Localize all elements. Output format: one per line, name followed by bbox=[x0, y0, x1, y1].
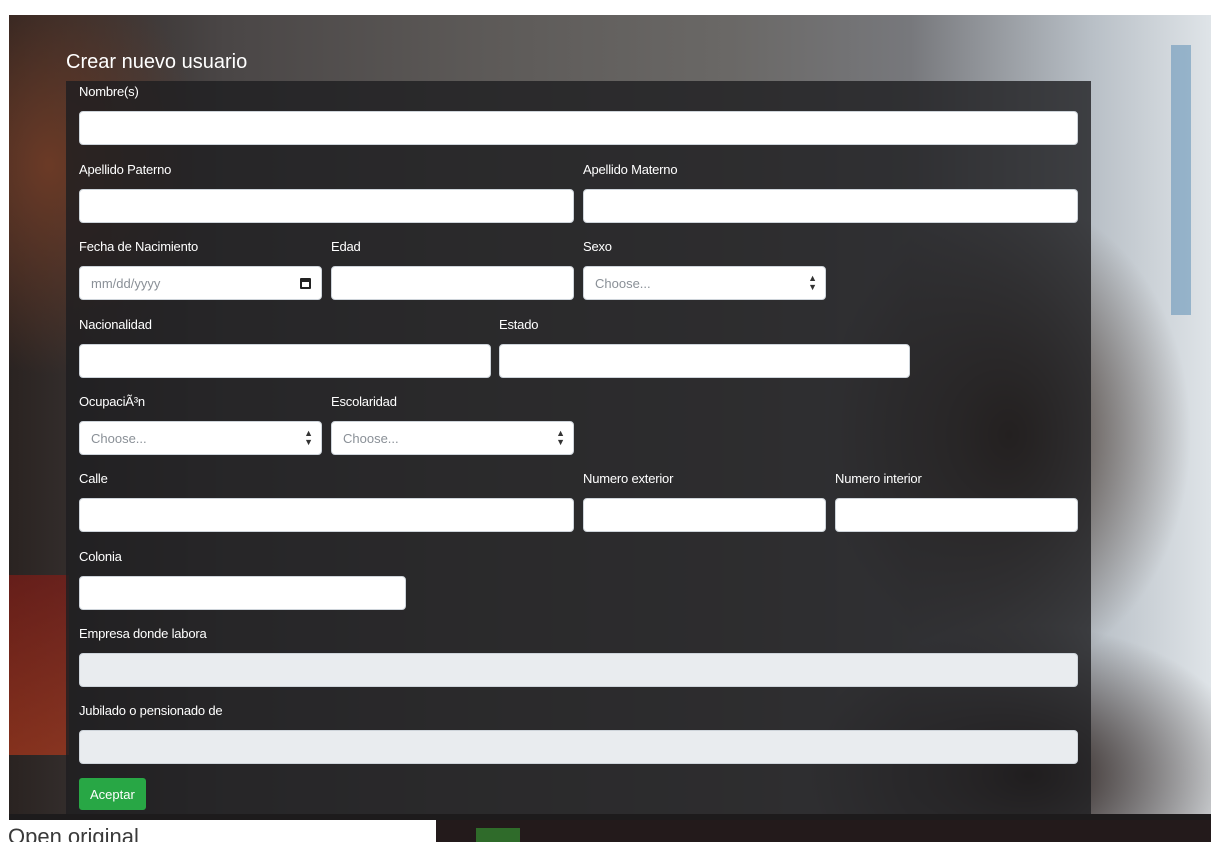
background-photo-left bbox=[9, 575, 69, 755]
ocupacion-select[interactable]: Choose... ▲ ▼ bbox=[79, 421, 322, 455]
escolaridad-selected-value: Choose... bbox=[343, 430, 399, 446]
nacionalidad-field: Nacionalidad bbox=[79, 318, 491, 378]
escolaridad-field: Escolaridad Choose... ▲ ▼ bbox=[331, 395, 574, 455]
empresa-label: Empresa donde labora bbox=[79, 626, 207, 641]
open-original-link[interactable]: Open original bbox=[8, 824, 139, 842]
ocupacion-field: OcupaciÃ³n Choose... ▲ ▼ bbox=[79, 395, 322, 455]
numero-interior-label: Numero interior bbox=[835, 471, 922, 486]
background-photo-right bbox=[1171, 45, 1191, 315]
colonia-field: Colonia bbox=[79, 550, 406, 610]
updown-caret-icon: ▲ ▼ bbox=[304, 428, 313, 447]
estado-label: Estado bbox=[499, 317, 539, 332]
calle-label: Calle bbox=[79, 471, 108, 486]
below-strip: Open original bbox=[0, 814, 1211, 842]
ocupacion-selected-value: Choose... bbox=[91, 430, 147, 446]
nombres-label: Nombre(s) bbox=[79, 84, 139, 99]
viewport-bottom-bar bbox=[9, 814, 1211, 820]
fecha-nacimiento-label: Fecha de Nacimiento bbox=[79, 239, 199, 254]
fecha-nacimiento-field: Fecha de Nacimiento mm/dd/yyyy bbox=[79, 240, 322, 300]
calle-input[interactable] bbox=[79, 498, 574, 532]
colonia-label: Colonia bbox=[79, 549, 122, 564]
aceptar-button[interactable]: Aceptar bbox=[79, 778, 146, 810]
apellido-materno-input[interactable] bbox=[583, 189, 1078, 223]
numero-exterior-label: Numero exterior bbox=[583, 471, 674, 486]
escolaridad-label: Escolaridad bbox=[331, 394, 397, 409]
escolaridad-select[interactable]: Choose... ▲ ▼ bbox=[331, 421, 574, 455]
ocupacion-label: OcupaciÃ³n bbox=[79, 394, 145, 409]
updown-caret-icon: ▲ ▼ bbox=[556, 428, 565, 447]
apellido-paterno-label: Apellido Paterno bbox=[79, 162, 172, 177]
apellido-paterno-field: Apellido Paterno bbox=[79, 163, 574, 223]
numero-exterior-input[interactable] bbox=[583, 498, 826, 532]
apellido-materno-label: Apellido Materno bbox=[583, 162, 678, 177]
jubilado-input[interactable] bbox=[79, 730, 1078, 764]
calendar-icon[interactable] bbox=[300, 277, 311, 289]
below-green-block bbox=[476, 828, 520, 842]
jubilado-label: Jubilado o pensionado de bbox=[79, 703, 223, 718]
nombres-input[interactable] bbox=[79, 111, 1078, 145]
edad-field: Edad bbox=[331, 240, 574, 300]
apellido-materno-field: Apellido Materno bbox=[583, 163, 1078, 223]
colonia-input[interactable] bbox=[79, 576, 406, 610]
calle-field: Calle bbox=[79, 472, 574, 532]
nombres-field: Nombre(s) bbox=[79, 85, 1078, 145]
jubilado-field: Jubilado o pensionado de bbox=[79, 704, 1078, 764]
sexo-select[interactable]: Choose... ▲ ▼ bbox=[583, 266, 826, 300]
apellido-paterno-input[interactable] bbox=[79, 189, 574, 223]
form-title: Crear nuevo usuario bbox=[66, 51, 248, 73]
empresa-field: Empresa donde labora bbox=[79, 627, 1078, 687]
sexo-label: Sexo bbox=[583, 239, 612, 254]
fecha-nacimiento-input[interactable]: mm/dd/yyyy bbox=[79, 266, 322, 300]
estado-field: Estado bbox=[499, 318, 910, 378]
empresa-input[interactable] bbox=[79, 653, 1078, 687]
nacionalidad-input[interactable] bbox=[79, 344, 491, 378]
numero-interior-field: Numero interior bbox=[835, 472, 1078, 532]
edad-input[interactable] bbox=[331, 266, 574, 300]
edad-label: Edad bbox=[331, 239, 361, 254]
numero-interior-input[interactable] bbox=[835, 498, 1078, 532]
estado-input[interactable] bbox=[499, 344, 910, 378]
sexo-selected-value: Choose... bbox=[595, 275, 651, 291]
sexo-field: Sexo Choose... ▲ ▼ bbox=[583, 240, 826, 300]
nacionalidad-label: Nacionalidad bbox=[79, 317, 152, 332]
numero-exterior-field: Numero exterior bbox=[583, 472, 826, 532]
updown-caret-icon: ▲ ▼ bbox=[808, 273, 817, 292]
fecha-nacimiento-placeholder: mm/dd/yyyy bbox=[91, 275, 161, 291]
